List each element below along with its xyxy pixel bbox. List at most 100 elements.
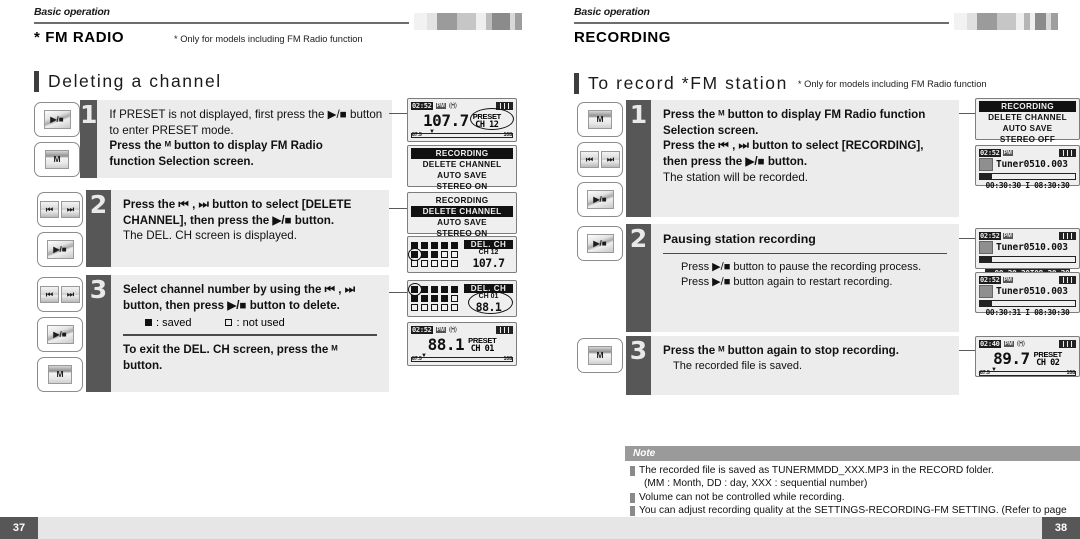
step-line: Press the ᴹ button to display FM Radio	[109, 139, 323, 153]
left-section-heading: Deleting a channel	[34, 71, 222, 92]
right-page: Basic operation RECORDING To record *FM …	[540, 0, 1080, 539]
lcd-recording-1: 02:52 PM Tuner0510.003 00:30:30 I 08:30:…	[975, 145, 1080, 190]
lcd-preset-block: PRESET CH 01	[468, 337, 497, 355]
menu-row-delete-channel: DELETE CHANNEL	[422, 160, 502, 170]
next-icon: ⏭	[61, 286, 80, 303]
section-accent-bar	[574, 73, 579, 94]
scale-low: 87.5	[412, 132, 422, 138]
right-step-2-number: 2	[626, 224, 651, 333]
empty-square-icon	[225, 319, 233, 327]
key-prev-next[interactable]: ⏮ ⏭	[37, 192, 83, 227]
key-play-stop[interactable]: ▶/■	[37, 317, 83, 352]
lcd-frequency: 89.7	[993, 349, 1030, 368]
m-icon: M	[588, 346, 612, 365]
step-line: button, then press ▶/■ button to delete.	[123, 298, 340, 312]
antenna-icon: ((•))	[1016, 340, 1025, 347]
battery-icon	[1059, 148, 1076, 157]
m-icon: M	[45, 150, 69, 169]
key-m[interactable]: M	[37, 357, 83, 392]
section-title: Deleting a channel	[48, 71, 222, 91]
key-prev-next[interactable]: ⏮ ⏭	[37, 277, 83, 312]
key-m[interactable]: M	[577, 102, 623, 137]
right-step-2-keys: ▶/■	[574, 224, 626, 332]
right-step-3-number: 3	[626, 336, 651, 396]
step-line: Selection screen.	[663, 123, 759, 137]
battery-icon	[1059, 275, 1076, 284]
lcd-ampm: PM	[435, 102, 446, 109]
channel-grid	[408, 242, 459, 267]
lcd-menu-1: RECORDING DELETE CHANNEL AUTO SAVE STERE…	[407, 145, 517, 191]
right-step-3-keys: M	[574, 336, 626, 395]
key-play-stop[interactable]: ▶/■	[577, 182, 623, 217]
lcd-tuning-scale: ▼ 87.5 108	[979, 367, 1076, 378]
key-play-stop[interactable]: ▶/■	[37, 232, 83, 267]
key-prev-next[interactable]: ⏮ ⏭	[577, 142, 623, 177]
total-time: 08:30:30	[1034, 181, 1070, 190]
menu-row-auto-save: AUTO SAVE	[437, 218, 487, 228]
lcd-frequency: 107.7	[423, 111, 469, 130]
lcd-status-bar: 02:52 PM ((•))	[411, 325, 513, 334]
left-step-3-body: Select channel number by using the ⏮ , ⏭…	[111, 275, 389, 392]
lcd-radio-preset-3: 02:40 PM ((•)) 89.7 PRESET CH 02 ▼ 87.5 …	[975, 336, 1080, 377]
battery-icon	[1059, 339, 1076, 348]
play-stop-icon: ▶/■	[43, 110, 71, 129]
section-title: To record *FM station	[588, 73, 788, 93]
channel-legend: : saved : not used	[123, 317, 379, 329]
menu-row-recording: RECORDING	[435, 196, 489, 205]
lcd-file-row: Tuner0510.003	[979, 158, 1076, 171]
lcd-filename: Tuner0510.003	[996, 286, 1068, 297]
left-title-note: * Only for models including FM Radio fun…	[174, 34, 363, 44]
step-line: The station will be recorded.	[663, 170, 808, 184]
left-page: Basic operation * FM RADIO * Only for mo…	[0, 0, 540, 539]
step-line: The DEL. CH screen is displayed.	[123, 229, 297, 243]
del-info: DEL. CH CH 12 107.7	[464, 239, 513, 269]
step-line: Press ▶/■ button to pause the recording …	[681, 261, 922, 274]
lcd-status-bar: 02:52 PM	[979, 148, 1076, 157]
key-m[interactable]: M	[34, 142, 80, 177]
title-asterisk: *	[34, 29, 41, 46]
lcd-status-bar: 02:52 PM	[979, 275, 1076, 284]
scale-pointer-icon: ▼	[991, 367, 997, 373]
step-line: The recorded file is saved.	[673, 359, 803, 372]
elapsed-time: 00:30:30	[985, 181, 1022, 190]
step-line: To exit the DEL. CH screen, press the ᴹ	[123, 342, 338, 356]
left-step-1-keys: ▶/■ M	[34, 100, 80, 178]
legend-not-used-label: : not used	[236, 317, 285, 330]
menu-row-stereo: STEREO OFF	[999, 135, 1056, 145]
time-separator: I	[1025, 308, 1030, 317]
header-gradient-bars	[414, 13, 522, 30]
right-step-2: ▶/■ 2 Pausing station recording Press ▶/…	[574, 224, 959, 333]
key-play-stop[interactable]: ▶/■	[577, 226, 623, 261]
lcd-clock: 02:40	[979, 339, 1001, 348]
step-line: CHANNEL], then press the ▶/■ button.	[123, 213, 335, 227]
menu-row-recording: RECORDING	[411, 148, 513, 160]
lcd-radio-preset-2: 02:52 PM ((•)) 88.1 PRESET CH 01 ▼ 87.5 …	[407, 322, 517, 366]
note-item: The recorded file is saved as TUNERMMDD_…	[630, 464, 1080, 477]
menu-row-recording: RECORDING	[979, 101, 1076, 113]
legend-saved: : saved	[145, 317, 191, 329]
lcd-file-row: Tuner0510.003	[979, 241, 1076, 254]
lcd-preset-channel: CH 01	[470, 344, 495, 355]
left-step-1-number: 1	[80, 100, 98, 178]
left-step-1: ▶/■ M 1 If PRESET is not displayed, firs…	[34, 100, 393, 178]
connector-line	[389, 292, 407, 294]
footer-strip-right	[540, 517, 1042, 539]
lcd-time-readout: 00:30:31 I 08:30:30	[979, 308, 1076, 317]
left-header: Basic operation * FM RADIO * Only for mo…	[34, 6, 522, 46]
right-step-1-keys: M ⏮ ⏭ ▶/■	[574, 100, 626, 217]
menu-row-delete-channel: DELETE CHANNEL	[411, 206, 513, 218]
right-section-heading: To record *FM station * Only for models …	[574, 73, 987, 94]
note-body: The recorded file is saved as TUNERMMDD_…	[630, 464, 1080, 518]
record-icon	[979, 158, 993, 171]
step-line: to enter PRESET mode.	[109, 123, 234, 137]
connector-line	[389, 113, 407, 115]
right-header: Basic operation RECORDING	[574, 6, 1058, 46]
key-m[interactable]: M	[577, 338, 623, 373]
lcd-file-row: Tuner0510.003	[979, 285, 1076, 298]
note-header: Note	[625, 446, 1080, 461]
scale-low: 87.5	[980, 370, 990, 376]
key-play-stop[interactable]: ▶/■	[34, 102, 80, 137]
menu-row-auto-save: AUTO SAVE	[437, 171, 487, 181]
antenna-icon: ((•))	[448, 326, 457, 333]
step-line: function Selection screen.	[109, 154, 254, 168]
